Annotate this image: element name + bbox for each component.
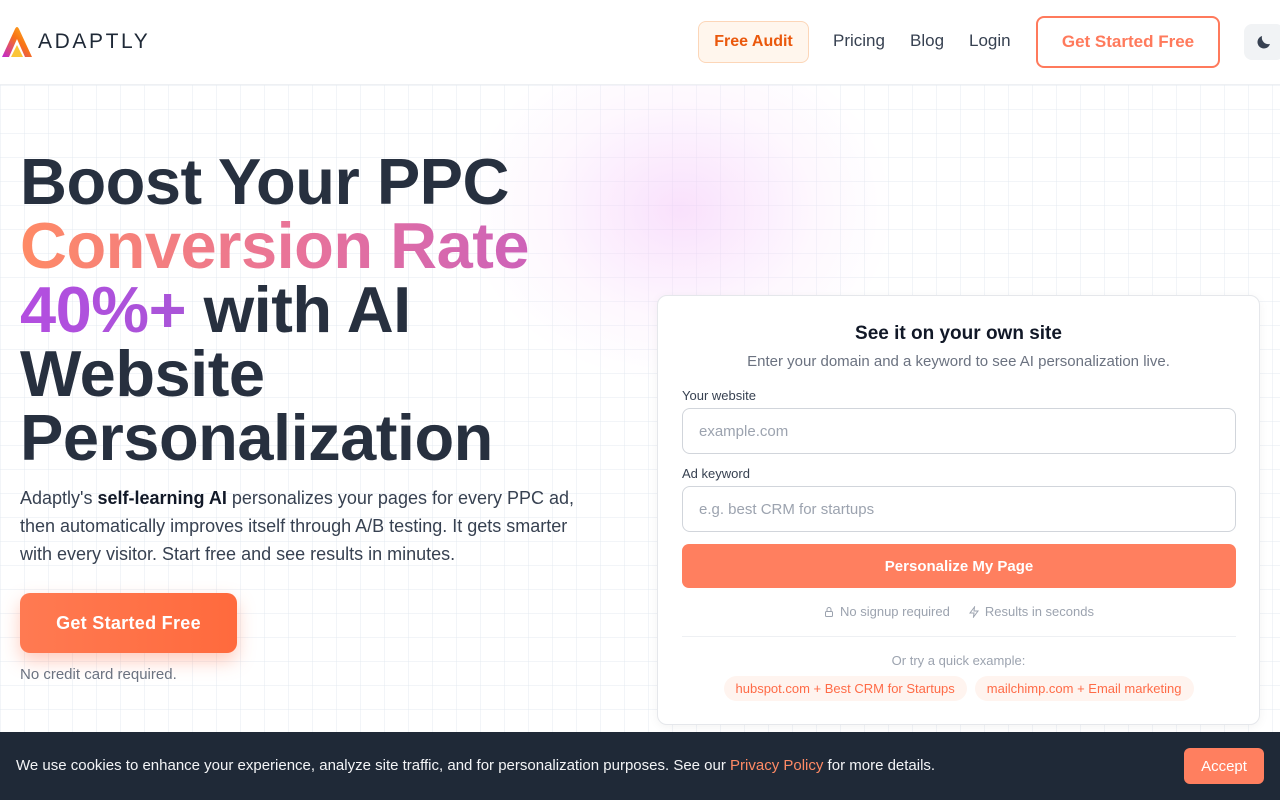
card-divider: [682, 636, 1236, 637]
example-chips: hubspot.com + Best CRM for Startups mail…: [658, 676, 1259, 701]
hero-title-line-5: Personalization: [20, 401, 493, 474]
lightning-icon: [968, 605, 979, 618]
privacy-policy-link[interactable]: Privacy Policy: [730, 757, 823, 774]
hero-title: Boost Your PPC Conversion Rate 40%+ with…: [20, 145, 640, 474]
header-get-started-button[interactable]: Get Started Free: [1036, 16, 1220, 68]
meta-results-text: Results in seconds: [984, 604, 1094, 619]
hero-title-line-3-rest: with AI: [186, 273, 412, 346]
logo[interactable]: ADAPTLY: [0, 24, 150, 60]
card-title: See it on your own site: [855, 323, 1062, 344]
no-credit-card-note: No credit card required.: [20, 666, 177, 683]
personalization-demo-card: See it on your own site Enter your domai…: [657, 295, 1260, 725]
cookie-text-before: We use cookies to enhance your experienc…: [16, 757, 731, 774]
keyword-label: Ad keyword: [682, 466, 750, 481]
hero-title-line-4: Website: [20, 337, 265, 410]
nav-login-link[interactable]: Login: [969, 31, 1011, 51]
keyword-input[interactable]: [682, 486, 1236, 532]
example-chip-hubspot[interactable]: hubspot.com + Best CRM for Startups: [723, 676, 967, 701]
theme-toggle-button[interactable]: [1244, 24, 1280, 60]
hero-title-line-1: Boost Your PPC: [20, 145, 509, 218]
card-description: Enter your domain and a keyword to see A…: [747, 353, 1170, 370]
site-header: ADAPTLY Free Audit Pricing Blog Login Ge…: [0, 0, 1280, 85]
cookie-text-after: for more details.: [823, 757, 936, 774]
meta-results-fast: Results in seconds: [968, 604, 1094, 619]
cookie-banner: We use cookies to enhance your experienc…: [0, 732, 1280, 800]
cookie-accept-button[interactable]: Accept: [1184, 748, 1264, 784]
hero-sub-prefix: Adaptly's: [20, 488, 98, 508]
meta-no-signup-text: No signup required: [840, 604, 950, 619]
hero-title-line-2: Conversion Rate: [20, 213, 640, 278]
meta-no-signup: No signup required: [823, 604, 950, 619]
cookie-text: We use cookies to enhance your experienc…: [16, 757, 935, 774]
example-chip-mailchimp[interactable]: mailchimp.com + Email marketing: [974, 676, 1194, 701]
nav-pricing-link[interactable]: Pricing: [833, 31, 885, 51]
quick-example-label: Or try a quick example:: [891, 653, 1026, 668]
logo-text: ADAPTLY: [38, 30, 151, 53]
nav-blog-link[interactable]: Blog: [910, 31, 944, 51]
website-input[interactable]: [682, 408, 1236, 454]
website-label: Your website: [682, 388, 756, 403]
hero-subtitle: Adaptly's self-learning AI personalizes …: [20, 484, 595, 568]
free-audit-button[interactable]: Free Audit: [698, 21, 809, 63]
hero-get-started-button[interactable]: Get Started Free: [20, 593, 237, 653]
hero-title-highlight: 40%+: [20, 273, 187, 346]
card-meta-row: No signup required Results in seconds: [658, 604, 1259, 619]
hero-sub-bold: self-learning AI: [97, 488, 227, 508]
moon-icon: [1257, 36, 1270, 49]
adaptly-logo-icon: [2, 27, 32, 57]
hero-title-line-3: 40%+ with AI: [20, 277, 640, 342]
lock-icon: [825, 606, 833, 617]
personalize-button[interactable]: Personalize My Page: [682, 544, 1236, 588]
